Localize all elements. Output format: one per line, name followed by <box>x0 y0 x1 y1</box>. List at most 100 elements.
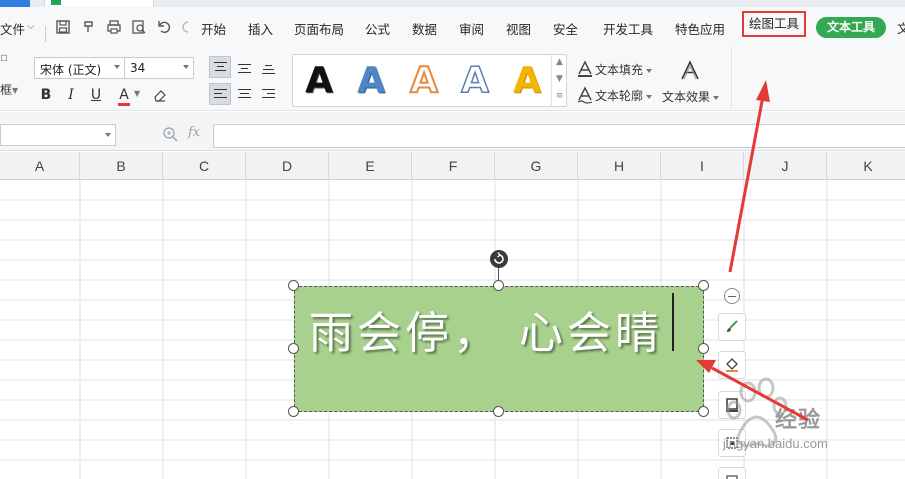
menu-view[interactable]: 视图 <box>506 19 531 38</box>
rotate-handle[interactable] <box>490 250 508 268</box>
menu-review[interactable]: 审阅 <box>459 19 484 38</box>
menu-home[interactable]: 开始 <box>201 19 226 38</box>
format-painter-icon[interactable] <box>79 17 99 37</box>
gallery-more-icon[interactable]: ≡ <box>552 88 567 105</box>
resize-handle-right[interactable] <box>698 343 709 354</box>
menu-insert[interactable]: 插入 <box>248 19 273 38</box>
text-style-gallery: A A A A A <box>292 54 567 107</box>
align-right-button[interactable] <box>257 83 279 105</box>
column-header-i[interactable]: I <box>661 152 744 180</box>
minus-icon <box>728 295 736 297</box>
column-header-c[interactable]: C <box>163 152 246 180</box>
column-header-a[interactable]: A <box>0 152 80 180</box>
align-top-icon <box>213 61 227 73</box>
file-dropdown-icon[interactable]: ⌵ <box>27 21 35 32</box>
style-black[interactable]: A <box>299 59 339 103</box>
chevron-down-icon <box>183 65 189 69</box>
name-box[interactable] <box>0 124 116 146</box>
sheet-icon <box>51 0 61 5</box>
resize-handle-top-left[interactable] <box>288 280 299 291</box>
menu-formulas[interactable]: 公式 <box>365 19 390 38</box>
menu-page-layout[interactable]: 页面布局 <box>294 19 344 38</box>
style-orange-outline[interactable]: A <box>404 59 444 103</box>
cut-off-control[interactable]: ▫ <box>0 50 8 64</box>
menu-file[interactable]: 文件 <box>0 19 25 38</box>
home-tab[interactable] <box>0 0 30 7</box>
text-outline-button[interactable]: 文本轮廓 <box>595 87 653 104</box>
align-left-icon <box>213 88 227 100</box>
column-header-k[interactable]: K <box>827 152 905 180</box>
brush-icon <box>727 320 738 332</box>
print-preview-icon[interactable] <box>129 17 149 37</box>
gallery-down-icon[interactable]: ▼ <box>552 71 567 88</box>
watermark-url: jingyan.baidu.com <box>723 436 828 451</box>
tab-cut-off[interactable]: 文 <box>897 18 905 37</box>
text-effect-button[interactable]: 文本效果 <box>662 88 720 105</box>
align-left-button[interactable] <box>209 83 231 105</box>
text-fill-label: 文本填充 <box>595 63 644 77</box>
bold-button[interactable]: B <box>36 85 56 105</box>
style-blue[interactable]: A <box>351 59 391 103</box>
text-outline-icon <box>577 86 593 104</box>
column-header-e[interactable]: E <box>329 152 412 180</box>
font-size-value: 34 <box>130 61 146 75</box>
clear-format-icon[interactable] <box>150 85 170 105</box>
chevron-down-icon <box>646 68 653 73</box>
border-dropdown-icon[interactable]: ▼ <box>12 86 18 95</box>
align-top-button[interactable] <box>209 56 231 78</box>
font-color-button[interactable]: A <box>114 85 134 105</box>
resize-handle-bottom[interactable] <box>493 406 504 417</box>
formula-bar: fx <box>0 112 905 151</box>
separator <box>731 47 732 109</box>
zoom-icon[interactable] <box>162 126 178 142</box>
underline-button[interactable]: U <box>86 85 106 105</box>
align-center-button[interactable] <box>233 83 255 105</box>
font-name-select[interactable]: 宋体 (正文) <box>34 57 125 79</box>
border-cut-label[interactable]: 框 <box>0 81 12 98</box>
align-middle-button[interactable] <box>233 56 255 78</box>
gallery-scroll[interactable]: ▲ ▼ ≡ <box>551 54 567 107</box>
collapse-toolbar-button[interactable] <box>724 288 740 304</box>
style-yellow[interactable]: A <box>507 59 547 103</box>
separator <box>45 26 46 42</box>
shape-style-button[interactable] <box>718 313 746 341</box>
style-blue-outline[interactable]: A <box>455 59 495 103</box>
resize-handle-top-right[interactable] <box>698 280 709 291</box>
text-box-content[interactable]: 雨会停， 心会晴 <box>309 297 663 361</box>
font-size-select[interactable]: 34 <box>124 57 194 79</box>
menu-developer[interactable]: 开发工具 <box>603 19 653 38</box>
resize-handle-bottom-left[interactable] <box>288 406 299 417</box>
align-center-icon <box>237 88 251 100</box>
text-fill-button[interactable]: 文本填充 <box>595 61 653 78</box>
redo-icon[interactable] <box>176 17 196 37</box>
column-header-b[interactable]: B <box>80 152 163 180</box>
column-header-h[interactable]: H <box>578 152 661 180</box>
text-effect-icon <box>681 60 699 80</box>
tab-drawing-tools[interactable]: 绘图工具 <box>742 11 806 37</box>
save-icon[interactable] <box>53 17 73 37</box>
column-header-g[interactable]: G <box>495 152 578 180</box>
undo-icon[interactable] <box>154 17 174 37</box>
formula-input[interactable] <box>213 124 905 148</box>
align-bottom-button[interactable] <box>257 56 279 78</box>
column-header-f[interactable]: F <box>412 152 495 180</box>
tab-text-tools[interactable]: 文本工具 <box>816 17 886 38</box>
fx-button[interactable]: fx <box>188 125 200 140</box>
font-name-value: 宋体 (正文) <box>40 63 102 77</box>
text-box[interactable]: 雨会停， 心会晴 <box>294 286 704 412</box>
resize-handle-top[interactable] <box>493 280 504 291</box>
resize-handle-left[interactable] <box>288 343 299 354</box>
column-header-j[interactable]: J <box>744 152 827 180</box>
menu-special[interactable]: 特色应用 <box>675 19 725 38</box>
gallery-up-icon[interactable]: ▲ <box>552 54 567 71</box>
file-tab[interactable] <box>44 0 154 7</box>
italic-button[interactable]: I <box>61 85 81 105</box>
chevron-down-icon <box>114 65 120 69</box>
column-header-d[interactable]: D <box>246 152 329 180</box>
align-bottom-icon <box>261 62 275 74</box>
menu-data[interactable]: 数据 <box>412 19 437 38</box>
text-fill-icon <box>578 60 592 77</box>
menu-security[interactable]: 安全 <box>553 19 578 38</box>
font-color-dropdown-icon[interactable]: ▼ <box>134 89 140 98</box>
print-icon[interactable] <box>104 17 124 37</box>
